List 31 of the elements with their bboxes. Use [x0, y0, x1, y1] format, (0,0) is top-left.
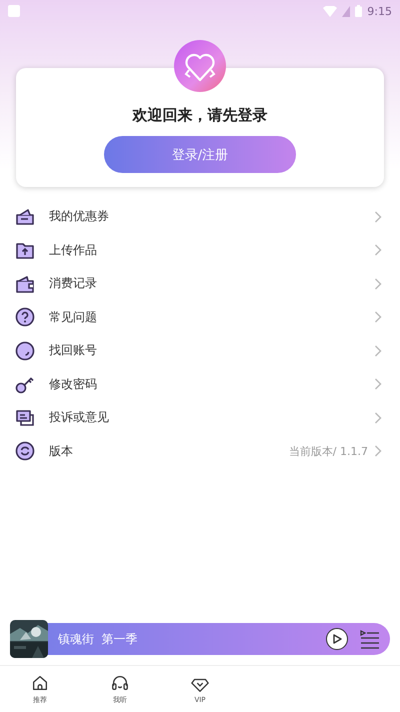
menu-item[interactable]: 我的优惠券: [0, 200, 400, 234]
signal-icon: [342, 6, 350, 16]
chevron-icon: [374, 378, 382, 390]
menu-item[interactable]: 投诉或意见: [0, 401, 400, 434]
status-time: 9:15: [367, 4, 392, 18]
play-button[interactable]: [326, 628, 348, 650]
play-icon: [332, 634, 342, 644]
chevron-icon: [374, 445, 382, 458]
wifi-icon: [323, 6, 338, 16]
help-icon: [14, 306, 36, 328]
headphones-icon: [110, 673, 130, 693]
chevron-icon: [374, 244, 382, 256]
menu-item[interactable]: 常见问题: [0, 300, 400, 334]
chevron-icon: [374, 311, 382, 324]
refresh-icon: [14, 440, 36, 462]
battery-icon: [355, 5, 362, 17]
chevron-icon: [374, 344, 382, 357]
version-text: 当前版本/ 1.1.7: [288, 444, 368, 459]
chevron-icon: [374, 412, 382, 424]
playlist-icon[interactable]: [360, 629, 380, 649]
greeting-text: 欢迎回来，请先登录: [132, 106, 268, 125]
menu-item[interactable]: 修改密码: [0, 368, 400, 401]
menu-item[interactable]: 找回账号: [0, 334, 400, 368]
chevron-icon: [374, 278, 382, 290]
home-icon: [30, 673, 50, 693]
menu-item[interactable]: 上传作品: [0, 234, 400, 267]
menu-item[interactable]: 版本 当前版本/ 1.1.7: [0, 434, 400, 468]
menu-item[interactable]: 消费记录: [0, 267, 400, 300]
notification-icon: [8, 5, 20, 17]
circle-icon: [14, 340, 36, 362]
chevron-icon: [374, 210, 382, 223]
